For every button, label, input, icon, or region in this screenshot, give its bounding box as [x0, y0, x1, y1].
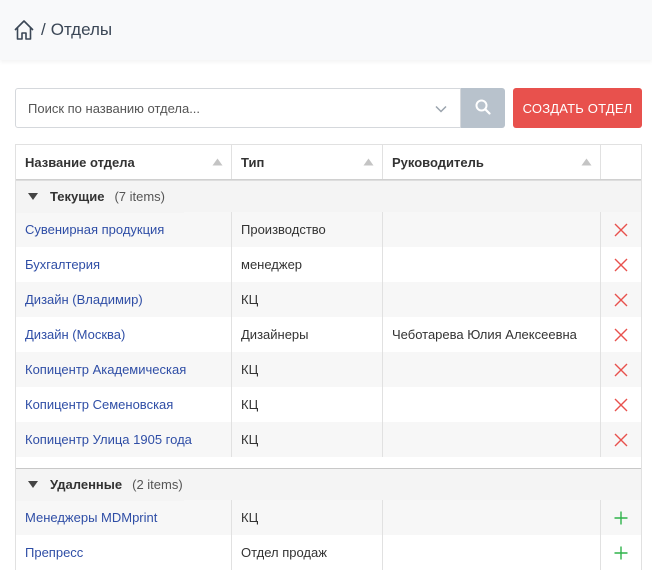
group-count: (2 items) [132, 477, 183, 492]
restore-plus-icon[interactable] [614, 511, 628, 525]
table-row[interactable]: Препресс Отдел продаж [16, 535, 641, 570]
delete-icon[interactable] [614, 223, 628, 237]
cell-actions [601, 212, 641, 247]
column-header-label: Название отдела [25, 154, 135, 170]
cell-type: Отдел продаж [232, 535, 383, 570]
search-box [15, 88, 461, 128]
group-row[interactable]: Удаленные (2 items) [16, 468, 641, 501]
cell-head [383, 500, 601, 535]
breadcrumb: / Отделы [13, 19, 112, 41]
cell-head [383, 352, 601, 387]
cell-actions [601, 422, 641, 457]
caret-down-icon[interactable] [28, 481, 38, 488]
breadcrumb-separator: / [41, 20, 46, 39]
table-row[interactable]: Копицентр Семеновская КЦ [16, 387, 641, 422]
delete-icon[interactable] [614, 433, 628, 447]
create-department-button[interactable]: СОЗДАТЬ ОТДЕЛ [513, 88, 642, 128]
delete-icon[interactable] [614, 363, 628, 377]
column-header-label: Руководитель [392, 154, 484, 170]
delete-icon[interactable] [614, 258, 628, 272]
cell-head [383, 212, 601, 247]
group-header[interactable]: Текущие (7 items) [16, 180, 184, 213]
cell-type: КЦ [232, 282, 383, 317]
cell-name: Сувенирная продукция [16, 212, 232, 247]
column-header-name[interactable]: Название отдела [16, 145, 232, 179]
cell-name: Менеджеры MDMprint [16, 500, 232, 535]
sort-asc-icon[interactable] [212, 158, 223, 166]
table-row[interactable]: Менеджеры MDMprint КЦ [16, 500, 641, 535]
table-row[interactable]: Дизайн (Владимир) КЦ [16, 282, 641, 317]
department-link[interactable]: Копицентр Семеновская [25, 397, 173, 412]
cell-name: Дизайн (Владимир) [16, 282, 232, 317]
cell-name: Препресс [16, 535, 232, 570]
delete-icon[interactable] [614, 328, 628, 342]
search-button[interactable] [461, 88, 505, 128]
cell-type: Дизайнеры [232, 317, 383, 352]
table-row[interactable]: Копицентр Академическая КЦ [16, 352, 641, 387]
search-input[interactable] [28, 90, 428, 126]
cell-name: Копицентр Семеновская [16, 387, 232, 422]
chevron-down-icon[interactable] [434, 102, 448, 116]
cell-name: Бухгалтерия [16, 247, 232, 282]
department-link[interactable]: Сувенирная продукция [25, 222, 164, 237]
cell-name: Копицентр Академическая [16, 352, 232, 387]
sort-asc-icon[interactable] [581, 158, 592, 166]
grid-header-row: Название отдела Тип Руководитель [16, 144, 641, 180]
cell-actions [601, 282, 641, 317]
cell-actions [601, 317, 641, 352]
cell-head [383, 282, 601, 317]
department-link[interactable]: Дизайн (Владимир) [25, 292, 143, 307]
cell-type: КЦ [232, 387, 383, 422]
department-link[interactable]: Копицентр Академическая [25, 362, 186, 377]
group-count: (7 items) [114, 189, 166, 204]
caret-down-icon[interactable] [28, 193, 38, 200]
table-row[interactable]: Копицентр Улица 1905 года КЦ [16, 422, 641, 457]
department-link[interactable]: Дизайн (Москва) [25, 327, 125, 342]
page-header: / Отделы [0, 0, 652, 60]
cell-head [383, 247, 601, 282]
sort-asc-icon[interactable] [363, 158, 374, 166]
column-header-type[interactable]: Тип [232, 145, 383, 179]
cell-actions [601, 352, 641, 387]
restore-plus-icon[interactable] [614, 546, 628, 560]
table-row[interactable]: Дизайн (Москва) Дизайнеры Чеботарева Юлия … [16, 317, 641, 352]
column-header-label: Тип [241, 154, 265, 170]
group-header[interactable]: Удаленные (2 items) [16, 468, 184, 501]
cell-actions [601, 535, 641, 570]
search-icon [475, 99, 491, 118]
delete-icon[interactable] [614, 398, 628, 412]
table-row[interactable]: Бухгалтерия менеджер [16, 247, 641, 282]
cell-head [383, 422, 601, 457]
departments-grid: Название отдела Тип Руководитель Текущие… [15, 144, 642, 570]
cell-head [383, 387, 601, 422]
column-header-head[interactable]: Руководитель [383, 145, 601, 179]
department-link[interactable]: Бухгалтерия [25, 257, 100, 272]
cell-actions [601, 247, 641, 282]
delete-icon[interactable] [614, 293, 628, 307]
department-link[interactable]: Менеджеры MDMprint [25, 510, 157, 525]
department-link[interactable]: Копицентр Улица 1905 года [25, 432, 192, 447]
group-name: Удаленные [50, 477, 123, 492]
cell-actions [601, 500, 641, 535]
cell-name: Копицентр Улица 1905 года [16, 422, 232, 457]
department-link[interactable]: Препресс [25, 545, 83, 560]
cell-type: КЦ [232, 352, 383, 387]
cell-head: Чеботарева Юлия Алексеевна [383, 317, 601, 352]
group-name: Текущие [50, 189, 105, 204]
column-header-actions [601, 145, 641, 179]
cell-head [383, 535, 601, 570]
toolbar: СОЗДАТЬ ОТДЕЛ [15, 88, 642, 128]
grid-body: Текущие (7 items) Сувенирная продукция Прои… [16, 180, 641, 570]
cell-type: менеджер [232, 247, 383, 282]
home-icon[interactable] [13, 19, 35, 41]
table-row[interactable]: Сувенирная продукция Производство [16, 212, 641, 247]
cell-actions [601, 387, 641, 422]
cell-type: КЦ [232, 500, 383, 535]
cell-type: КЦ [232, 422, 383, 457]
cell-type: Производство [232, 212, 383, 247]
group-row[interactable]: Текущие (7 items) [16, 180, 641, 213]
page-title: Отделы [50, 20, 113, 39]
cell-name: Дизайн (Москва) [16, 317, 232, 352]
